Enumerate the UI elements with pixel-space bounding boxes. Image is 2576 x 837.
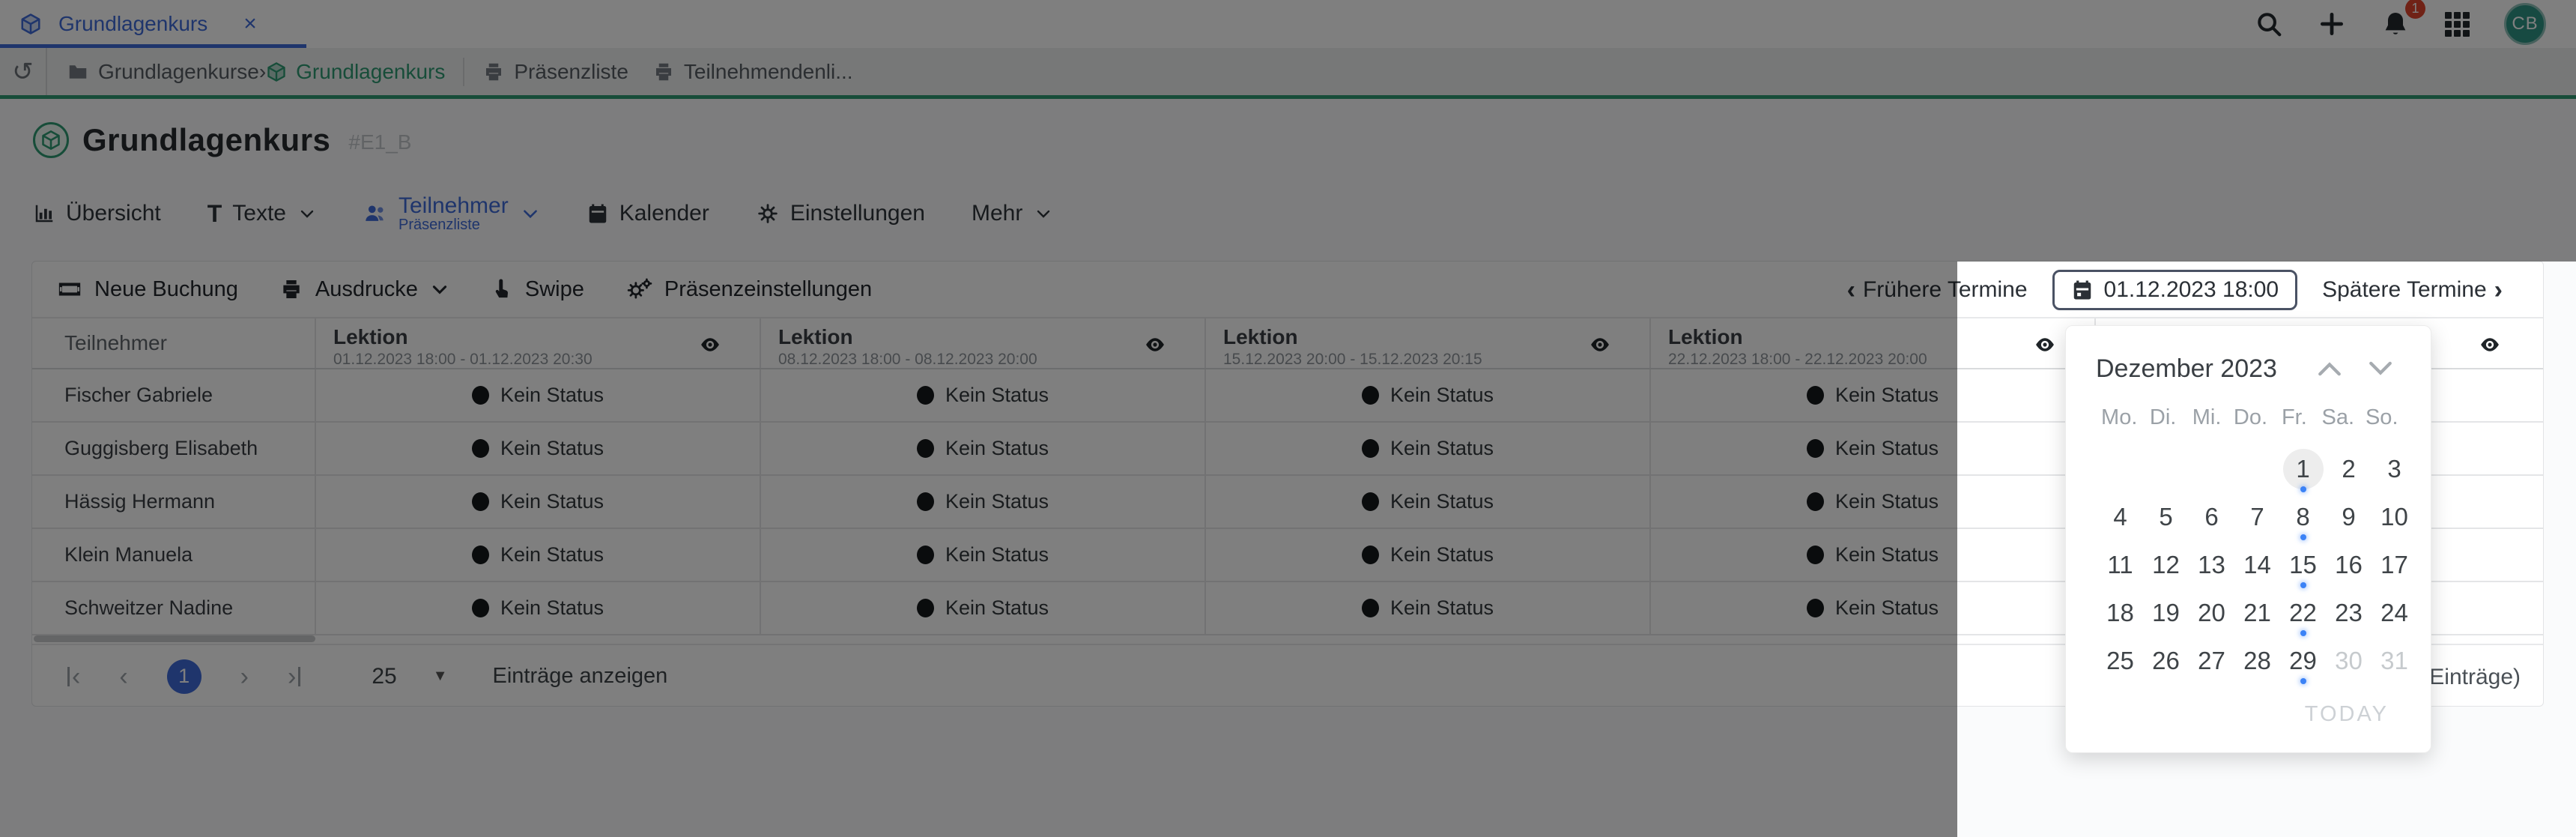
day-cell[interactable]: 25 xyxy=(2097,637,2143,685)
chevron-up-icon[interactable] xyxy=(2317,359,2342,378)
button-label: Spätere Termine xyxy=(2322,277,2487,302)
day-cell[interactable]: 3 xyxy=(2372,445,2417,493)
chevron-right-icon: › xyxy=(2494,275,2503,304)
day-cell[interactable]: 28 xyxy=(2234,637,2280,685)
weekday-label: Mo. xyxy=(2101,405,2138,429)
weekday-label: Mi. xyxy=(2192,405,2222,429)
event-dot-icon xyxy=(2300,486,2306,492)
calendar-month-label: Dezember 2023 xyxy=(2096,354,2277,383)
empty-day-cell xyxy=(2143,445,2189,493)
day-cell[interactable]: 10 xyxy=(2372,493,2417,541)
day-cell[interactable]: 24 xyxy=(2372,589,2417,637)
weekday-label: So. xyxy=(2365,405,2398,429)
weekday-label: Do. xyxy=(2233,405,2268,429)
calendar-icon xyxy=(2073,280,2091,300)
weekday-label: Di. xyxy=(2149,405,2177,429)
day-cell[interactable]: 7 xyxy=(2234,493,2280,541)
day-cell[interactable]: 12 xyxy=(2143,541,2189,589)
selected-date: 01.12.2023 18:00 xyxy=(2103,277,2279,302)
event-dot-icon xyxy=(2300,678,2306,684)
eye-icon[interactable] xyxy=(2479,334,2500,355)
day-cell[interactable]: 21 xyxy=(2234,589,2280,637)
day-cell[interactable]: 20 xyxy=(2189,589,2234,637)
day-cell[interactable]: 4 xyxy=(2097,493,2143,541)
day-cell[interactable]: 5 xyxy=(2143,493,2189,541)
day-cell[interactable]: 14 xyxy=(2234,541,2280,589)
calendar-weekday-row: Mo. Di. Mi. Do. Fr. Sa. So. xyxy=(2097,402,2404,432)
date-picker-popover: Dezember 2023 Mo. Di. Mi. Do. Fr. Sa. So. 1234… xyxy=(2065,325,2431,753)
today-button[interactable]: TODAY xyxy=(2305,702,2389,727)
event-dot-icon xyxy=(2300,630,2306,636)
day-cell[interactable]: 17 xyxy=(2372,541,2417,589)
empty-day-cell xyxy=(2189,445,2234,493)
day-cell[interactable]: 19 xyxy=(2143,589,2189,637)
day-cell[interactable]: 18 xyxy=(2097,589,2143,637)
day-cell[interactable]: 2 xyxy=(2326,445,2372,493)
event-dot-icon xyxy=(2300,534,2306,540)
day-cell[interactable]: 1 xyxy=(2280,445,2326,493)
day-cell[interactable]: 13 xyxy=(2189,541,2234,589)
modal-backdrop[interactable] xyxy=(0,0,1957,837)
modal-backdrop[interactable] xyxy=(1957,0,2576,262)
day-cell[interactable]: 26 xyxy=(2143,637,2189,685)
weekday-label: Fr. xyxy=(2281,405,2307,429)
day-cell[interactable]: 22 xyxy=(2280,589,2326,637)
day-cell[interactable]: 9 xyxy=(2326,493,2372,541)
day-cell[interactable]: 27 xyxy=(2189,637,2234,685)
later-dates-button[interactable]: Spätere Termine › xyxy=(2322,276,2503,305)
day-cell[interactable]: 15 xyxy=(2280,541,2326,589)
day-cell[interactable]: 23 xyxy=(2326,589,2372,637)
calendar-day-grid: 1 2 3 4 5 6 7 8 9 10 11 12 13 14 15 16 17 18 19 20 21 22 23 24 2… xyxy=(2097,445,2408,685)
day-cell[interactable]: 16 xyxy=(2326,541,2372,589)
date-picker-button[interactable]: 01.12.2023 18:00 xyxy=(2052,270,2298,310)
empty-day-cell xyxy=(2234,445,2280,493)
day-cell[interactable]: 11 xyxy=(2097,541,2143,589)
chevron-down-icon[interactable] xyxy=(2368,359,2393,378)
day-cell[interactable]: 8 xyxy=(2280,493,2326,541)
day-cell[interactable]: 6 xyxy=(2189,493,2234,541)
event-dot-icon xyxy=(2300,582,2306,588)
day-cell[interactable]: 31 xyxy=(2372,637,2417,685)
day-cell[interactable]: 29 xyxy=(2280,637,2326,685)
eye-icon[interactable] xyxy=(2034,334,2055,355)
entries-count-suffix: Einträge) xyxy=(2429,665,2521,689)
empty-day-cell xyxy=(2097,445,2143,493)
day-cell[interactable]: 30 xyxy=(2326,637,2372,685)
weekday-label: Sa. xyxy=(2321,405,2355,429)
